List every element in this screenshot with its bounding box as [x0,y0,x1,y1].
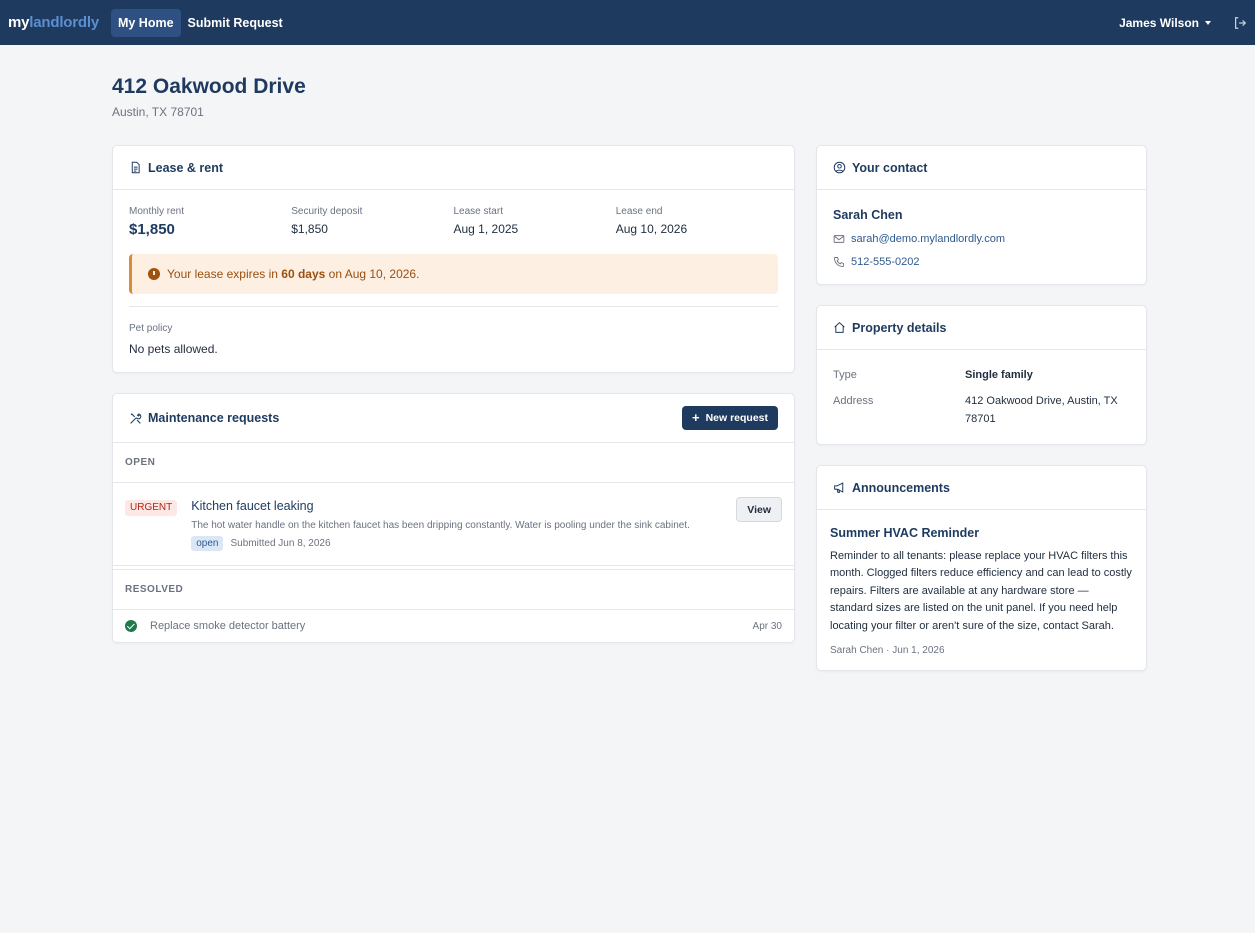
check-circle-icon [125,620,137,632]
lease-expiry-alert: Your lease expires in 60 days on Aug 10,… [129,254,778,294]
lease-start-value: Aug 1, 2025 [453,222,519,236]
request-description: The hot water handle on the kitchen fauc… [191,520,690,531]
announcements-card: Announcements Summer HVAC Reminder Remin… [816,465,1147,672]
nav-my-home[interactable]: My Home [110,8,181,37]
priority-badge: URGENT [125,500,178,516]
main-content: 412 Oakwood Drive Austin, TX 78701 Lease… [112,45,1148,691]
maintenance-card-title: Maintenance requests [148,411,280,425]
type-label: Type [833,369,857,381]
announcement-title: Summer HVAC Reminder [830,526,980,540]
nav-submit-request[interactable]: Submit Request [181,9,290,37]
days-remaining: 60 days [281,267,326,281]
brand-logo[interactable]: mylandlordly [8,14,99,31]
clock-icon [148,268,160,280]
deposit-value: $1,850 [291,222,328,236]
announcement-meta: Sarah Chen · Jun 1, 2026 [830,645,945,657]
contact-email-link[interactable]: sarah@demo.mylandlordly.com [833,233,1130,245]
user-menu[interactable]: James Wilson [1119,16,1211,30]
pet-policy-label: Pet policy [129,323,173,334]
page-title: 412 Oakwood Drive [112,75,306,98]
open-section-label: OPEN [113,443,794,483]
address-label: Address [833,395,874,407]
caret-down-icon [1205,20,1211,25]
house-icon [834,321,845,333]
resolved-date: Apr 30 [752,620,782,632]
maintenance-card: Maintenance requests + New request OPEN … [112,393,795,643]
envelope-icon [833,235,845,243]
tools-icon [130,412,142,424]
resolved-title: Replace smoke detector battery [150,620,306,632]
deposit-label: Security deposit [291,206,363,217]
lease-card-title: Lease & rent [148,160,224,175]
announcements-title: Announcements [852,480,950,495]
request-title: Kitchen faucet leaking [191,499,314,513]
plus-icon: + [691,410,700,425]
lease-card: Lease & rent Monthly rent $1,850 Securit… [112,145,795,373]
document-icon [131,161,140,174]
user-name: James Wilson [1119,15,1199,30]
contact-card-title: Your contact [852,160,928,175]
lease-end-label: Lease end [615,206,663,217]
phone-icon [834,257,844,267]
announcement-body: Reminder to all tenants: please replace … [830,550,1132,632]
user-circle-icon [833,161,846,174]
logout-icon[interactable] [1233,16,1247,30]
monthly-rent-value: $1,850 [129,221,175,238]
lease-start-label: Lease start [453,206,503,217]
request-row: URGENT Kitchen faucet leaking The hot wa… [113,483,794,566]
contact-card: Your contact Sarah Chen sarah@demo.mylan… [816,145,1147,285]
address-value: 412 Oakwood Drive, Austin, TX 78701 [965,395,1118,425]
property-details-title: Property details [852,320,947,335]
status-badge: open [191,536,224,551]
type-value: Single family [965,369,1033,381]
new-request-button[interactable]: + New request [681,406,778,430]
contact-phone-link[interactable]: 512-555-0202 [833,256,1130,268]
submitted-date: Submitted Jun 8, 2026 [230,538,331,549]
top-nav: mylandlordly My Home Submit Request Jame… [0,0,1255,45]
contact-name: Sarah Chen [833,208,903,222]
lease-end-value: Aug 10, 2026 [615,222,688,236]
view-request-button[interactable]: View [736,497,782,522]
monthly-rent-label: Monthly rent [129,206,185,217]
resolved-row[interactable]: Replace smoke detector battery Apr 30 [113,610,794,642]
page-subtitle: Austin, TX 78701 [112,105,204,119]
property-details-card: Property details Type Single family Addr… [816,305,1147,445]
megaphone-icon [834,482,844,493]
resolved-section-label: RESOLVED [113,570,794,610]
pet-policy-value: No pets allowed. [129,342,218,356]
